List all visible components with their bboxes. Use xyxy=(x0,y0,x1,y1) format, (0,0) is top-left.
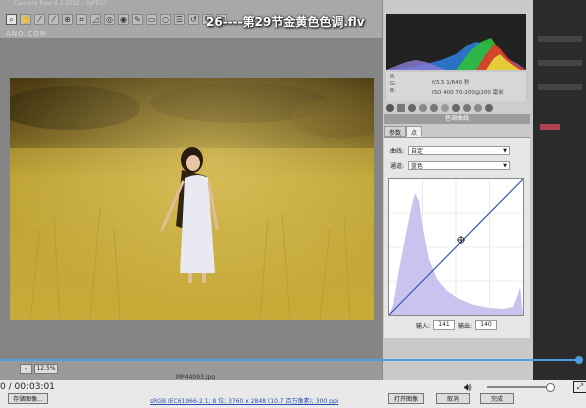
output-label: 输出: xyxy=(458,322,473,330)
tab-point[interactable]: 点 xyxy=(406,126,423,137)
white-balance-icon[interactable]: ⁄ xyxy=(34,14,45,25)
histogram xyxy=(386,14,526,70)
panel-tab-icons xyxy=(384,101,532,114)
dark-panel-row xyxy=(538,36,582,42)
channel-label: 通道: xyxy=(390,163,405,170)
volume-icon[interactable]: 🔊︎ xyxy=(464,380,472,395)
red-eye-icon[interactable]: ◉ xyxy=(118,14,129,25)
output-group: 输出: 140 xyxy=(458,320,498,330)
workflow-options-link[interactable]: sRGB IEC61966-2.1; 8 位; 3760 x 2848 (10.… xyxy=(150,396,338,405)
straighten-icon[interactable]: ◿ xyxy=(90,14,101,25)
presets-icon[interactable] xyxy=(474,103,482,112)
progress-knob[interactable] xyxy=(575,356,583,364)
hand-tool-icon[interactable]: ✋ xyxy=(20,14,31,25)
open-image-button[interactable]: 打开图像 xyxy=(388,393,424,404)
input-field[interactable]: 141 xyxy=(433,320,456,330)
fullscreen-icon[interactable]: ⤢ xyxy=(573,381,586,393)
video-progress-bar[interactable] xyxy=(0,359,580,361)
snapshots-icon[interactable] xyxy=(485,103,493,112)
basic-panel-icon[interactable] xyxy=(386,103,394,112)
target-adjust-icon[interactable]: ⊕ xyxy=(62,14,73,25)
zoom-level[interactable]: 12.5% xyxy=(34,364,58,374)
channel-row: 通道: 蓝色 ▼ xyxy=(390,161,511,170)
exif-line-1: f/3.5 1/640 秒 xyxy=(432,80,470,86)
hsl-icon[interactable] xyxy=(419,103,427,112)
curve-preset-select[interactable]: 自定 ▼ xyxy=(408,146,511,155)
curve-preset-row: 曲线: 自定 ▼ xyxy=(390,146,511,155)
curve-preset-value: 自定 xyxy=(411,148,424,155)
detail-icon[interactable] xyxy=(408,103,416,112)
dark-panel-row xyxy=(538,60,582,66)
curve-tabs: 参数 点 xyxy=(384,126,423,137)
save-image-button[interactable]: 存储图像... xyxy=(8,393,48,404)
rotate-left-icon[interactable]: ↺ xyxy=(188,14,199,25)
radial-filter-icon[interactable]: ○ xyxy=(160,14,171,25)
exif-readout: R: G: B: f/3.5 1/640 秒 ISO 400 70-200@20… xyxy=(386,72,526,104)
rgb-label: B: xyxy=(390,88,396,94)
input-label: 输入: xyxy=(416,322,431,330)
volume-knob[interactable] xyxy=(546,383,555,392)
lens-icon[interactable] xyxy=(441,103,449,112)
watermark: ANO.COM xyxy=(6,30,47,38)
volume-slider[interactable] xyxy=(487,386,551,388)
rgb-label: G: xyxy=(390,81,397,87)
exif-line-2: ISO 400 70-200@200 毫米 xyxy=(432,90,504,96)
rgb-label: R: xyxy=(390,74,396,80)
output-field[interactable]: 140 xyxy=(475,320,498,330)
tone-curve-icon[interactable] xyxy=(397,103,405,112)
zoom-out-button[interactable]: - xyxy=(20,364,32,374)
curve-preset-label: 曲线: xyxy=(390,148,405,155)
zoom-tool-icon[interactable]: ⌕ xyxy=(6,14,17,25)
color-sampler-icon[interactable]: ⁄ xyxy=(48,14,59,25)
chevron-down-icon: ▼ xyxy=(503,163,508,169)
spot-removal-icon[interactable]: ◎ xyxy=(104,14,115,25)
channel-select[interactable]: 蓝色 ▼ xyxy=(408,161,511,170)
adjustment-brush-icon[interactable]: ✎ xyxy=(132,14,143,25)
dark-panel-swatch xyxy=(540,124,560,130)
channel-value: 蓝色 xyxy=(411,163,424,170)
split-toning-icon[interactable] xyxy=(430,103,438,112)
toolbar: ⌕ ✋ ⁄ ⁄ ⊕ ⌗ ◿ ◎ ◉ ✎ ▭ ○ ☰ ↺ ↻ ▥ xyxy=(6,14,227,28)
tab-parametric[interactable]: 参数 xyxy=(384,126,407,137)
fx-icon[interactable] xyxy=(452,103,460,112)
panel-header: 色调曲线 xyxy=(384,114,530,124)
preferences-icon[interactable]: ☰ xyxy=(174,14,185,25)
input-group: 输入: 141 xyxy=(416,320,456,330)
photo-preview[interactable] xyxy=(10,78,374,320)
photo-image xyxy=(10,78,374,320)
video-title: 26----第29节金黄色色调.flv xyxy=(206,15,365,29)
outer-dark-panel xyxy=(532,0,586,380)
graduated-filter-icon[interactable]: ▭ xyxy=(146,14,157,25)
camera-calibration-icon[interactable] xyxy=(463,103,471,112)
video-time: 0 / 00:03:01 xyxy=(0,382,55,392)
curve-control-point[interactable] xyxy=(457,236,465,244)
dark-panel-row xyxy=(538,84,582,90)
tone-curve-editor[interactable] xyxy=(388,178,524,316)
done-button[interactable]: 完成 xyxy=(480,393,514,404)
crop-icon[interactable]: ⌗ xyxy=(76,14,87,25)
chevron-down-icon: ▼ xyxy=(503,148,508,154)
window-title: Camera Raw 8.2 (DSC - 0JPEG) xyxy=(14,0,107,7)
